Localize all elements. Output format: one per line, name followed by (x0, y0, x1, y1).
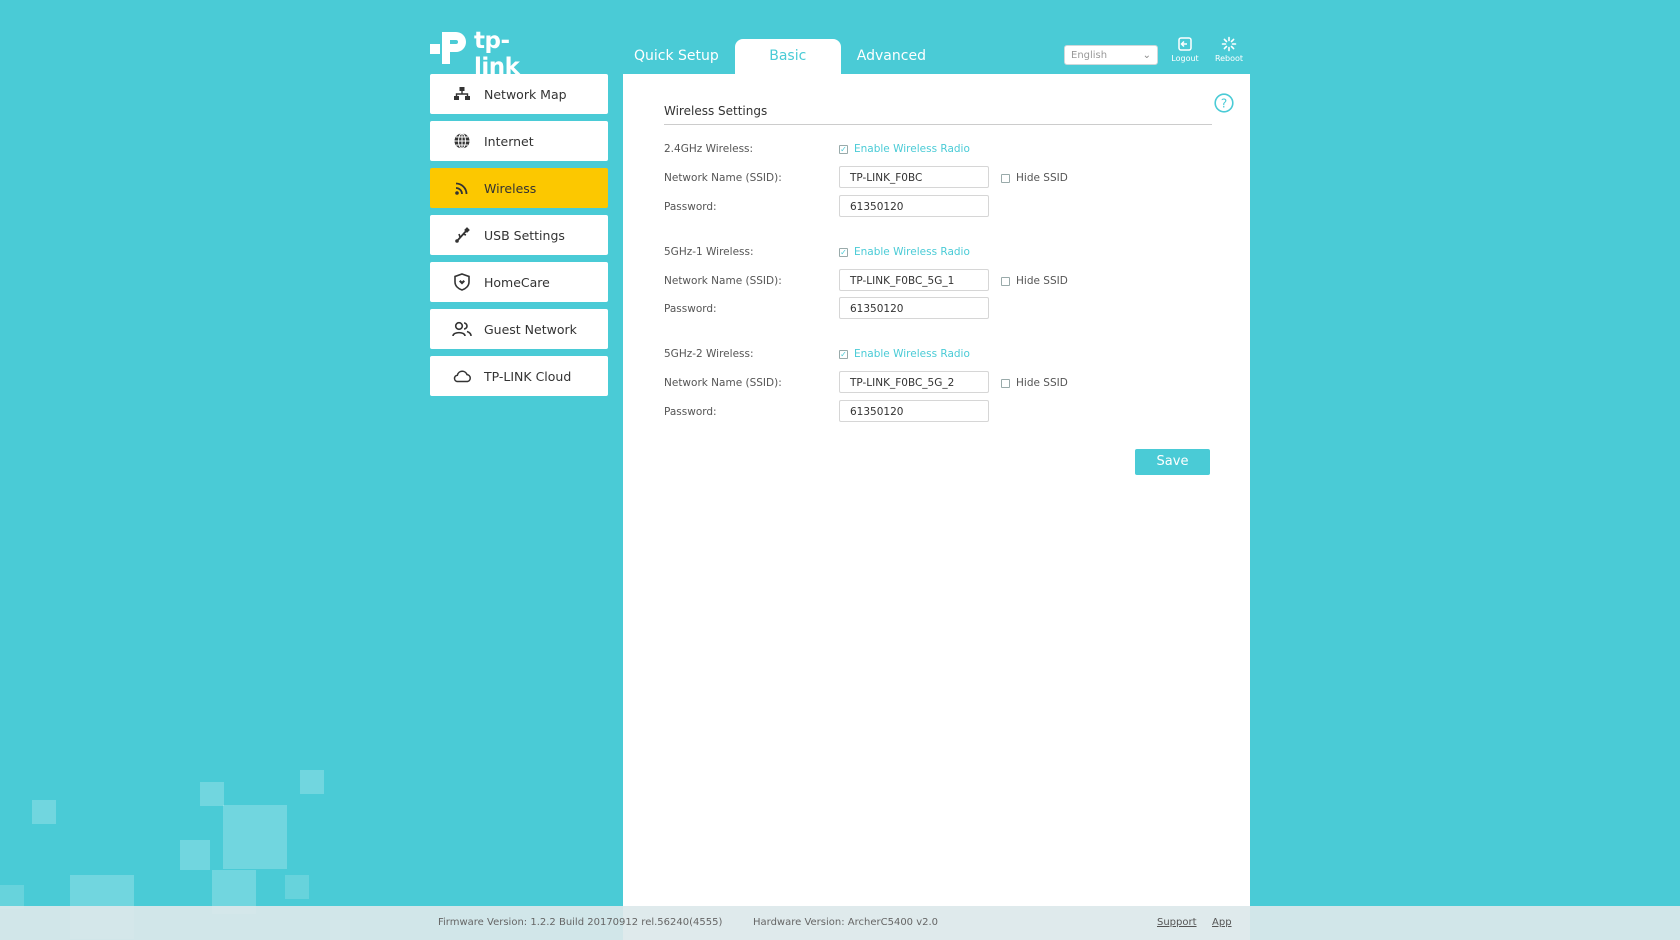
hardware-version: Hardware Version: ArcherC5400 v2.0 (753, 917, 939, 928)
save-button[interactable]: Save (1135, 449, 1210, 475)
hide-ssid-checkbox-24ghz[interactable]: Hide SSID (1001, 172, 1068, 184)
chevron-down-icon: ⌄ (1142, 50, 1151, 61)
enable-radio-checkbox-24ghz[interactable]: ✓ Enable Wireless Radio (839, 143, 970, 155)
enable-radio-label: Enable Wireless Radio (854, 143, 970, 155)
band-label: 5GHz-1 Wireless: (664, 246, 754, 258)
enable-radio-checkbox-5ghz-2[interactable]: ✓ Enable Wireless Radio (839, 348, 970, 360)
checkbox-empty-icon (1001, 378, 1010, 388)
sidebar-item-label: Wireless (484, 180, 537, 196)
main-panel: Wireless Settings ? 2.4GHz Wireless: ✓ E… (623, 74, 1250, 940)
sidebar-item-label: Guest Network (484, 321, 577, 337)
tp-link-logo: tp-link (428, 22, 546, 80)
password-label: Password: (664, 303, 717, 315)
firmware-version: Firmware Version: 1.2.2 Build 20170912 r… (438, 917, 723, 928)
tab-advanced[interactable]: Advanced (845, 39, 938, 74)
tab-basic[interactable]: Basic (734, 39, 841, 74)
sidebar-item-network-map[interactable]: Network Map (430, 74, 608, 114)
help-icon[interactable]: ? (1214, 93, 1234, 117)
logout-icon (1178, 37, 1192, 51)
ssid-label: Network Name (SSID): (664, 377, 782, 389)
sidebar-nav: Network Map Internet Wireless USB Settin… (430, 74, 608, 403)
band-label: 5GHz-2 Wireless: (664, 348, 754, 360)
svg-text:?: ? (1221, 97, 1227, 111)
ssid-label: Network Name (SSID): (664, 275, 782, 287)
band-label: 2.4GHz Wireless: (664, 143, 754, 155)
sidebar-item-tp-link-cloud[interactable]: TP-LINK Cloud (430, 356, 608, 396)
usb-icon (452, 225, 472, 245)
shield-icon (452, 272, 472, 292)
password-input-5ghz-2[interactable]: 61350120 (839, 400, 989, 422)
hide-ssid-label: Hide SSID (1016, 172, 1068, 184)
password-input-24ghz[interactable]: 61350120 (839, 195, 989, 217)
ssid-input-24ghz[interactable]: TP-LINK_F0BC (839, 166, 989, 188)
top-tabs: Quick Setup Basic Advanced (622, 39, 942, 74)
footer: Firmware Version: 1.2.2 Build 20170912 r… (0, 906, 1680, 940)
logout-label: Logout (1171, 54, 1199, 63)
enable-radio-label: Enable Wireless Radio (854, 246, 970, 258)
hide-ssid-checkbox-5ghz-1[interactable]: Hide SSID (1001, 275, 1068, 287)
enable-radio-checkbox-5ghz-1[interactable]: ✓ Enable Wireless Radio (839, 246, 970, 258)
hide-ssid-label: Hide SSID (1016, 377, 1068, 389)
ssid-input-5ghz-1[interactable]: TP-LINK_F0BC_5G_1 (839, 269, 989, 291)
checkbox-empty-icon (1001, 276, 1010, 286)
logo-text: tp-link (474, 28, 520, 80)
sidebar-item-label: HomeCare (484, 274, 550, 290)
checkbox-checked-icon: ✓ (839, 349, 848, 359)
sidebar-item-label: TP-LINK Cloud (484, 368, 572, 384)
sidebar-item-usb-settings[interactable]: USB Settings (430, 215, 608, 255)
cloud-icon (452, 366, 472, 386)
hide-ssid-label: Hide SSID (1016, 275, 1068, 287)
checkbox-checked-icon: ✓ (839, 247, 848, 257)
language-select[interactable]: English ⌄ (1064, 45, 1158, 65)
checkbox-empty-icon (1001, 173, 1010, 183)
sidebar-item-label: USB Settings (484, 227, 565, 243)
globe-icon (452, 131, 472, 151)
language-value: English (1071, 50, 1108, 61)
hide-ssid-checkbox-5ghz-2[interactable]: Hide SSID (1001, 377, 1068, 389)
password-input-5ghz-1[interactable]: 61350120 (839, 297, 989, 319)
logo-mark-icon (430, 32, 466, 64)
tab-quick-setup[interactable]: Quick Setup (622, 39, 731, 74)
logout-button[interactable]: Logout (1167, 36, 1203, 63)
network-map-icon (452, 84, 472, 104)
sidebar-item-guest-network[interactable]: Guest Network (430, 309, 608, 349)
sidebar-item-label: Internet (484, 133, 534, 149)
sidebar-item-wireless[interactable]: Wireless (430, 168, 608, 208)
support-link[interactable]: Support (1157, 917, 1197, 928)
app-link[interactable]: App (1212, 917, 1232, 928)
password-label: Password: (664, 201, 717, 213)
reboot-icon (1221, 36, 1237, 52)
enable-radio-label: Enable Wireless Radio (854, 348, 970, 360)
section-title: Wireless Settings (664, 104, 1212, 125)
ssid-input-5ghz-2[interactable]: TP-LINK_F0BC_5G_2 (839, 371, 989, 393)
sidebar-item-label: Network Map (484, 86, 567, 102)
wifi-icon (452, 178, 472, 198)
guest-icon (452, 319, 472, 339)
reboot-label: Reboot (1214, 54, 1244, 63)
sidebar-item-homecare[interactable]: HomeCare (430, 262, 608, 302)
checkbox-checked-icon: ✓ (839, 144, 848, 154)
sidebar-item-internet[interactable]: Internet (430, 121, 608, 161)
reboot-button[interactable]: Reboot (1211, 36, 1247, 63)
ssid-label: Network Name (SSID): (664, 172, 782, 184)
password-label: Password: (664, 406, 717, 418)
